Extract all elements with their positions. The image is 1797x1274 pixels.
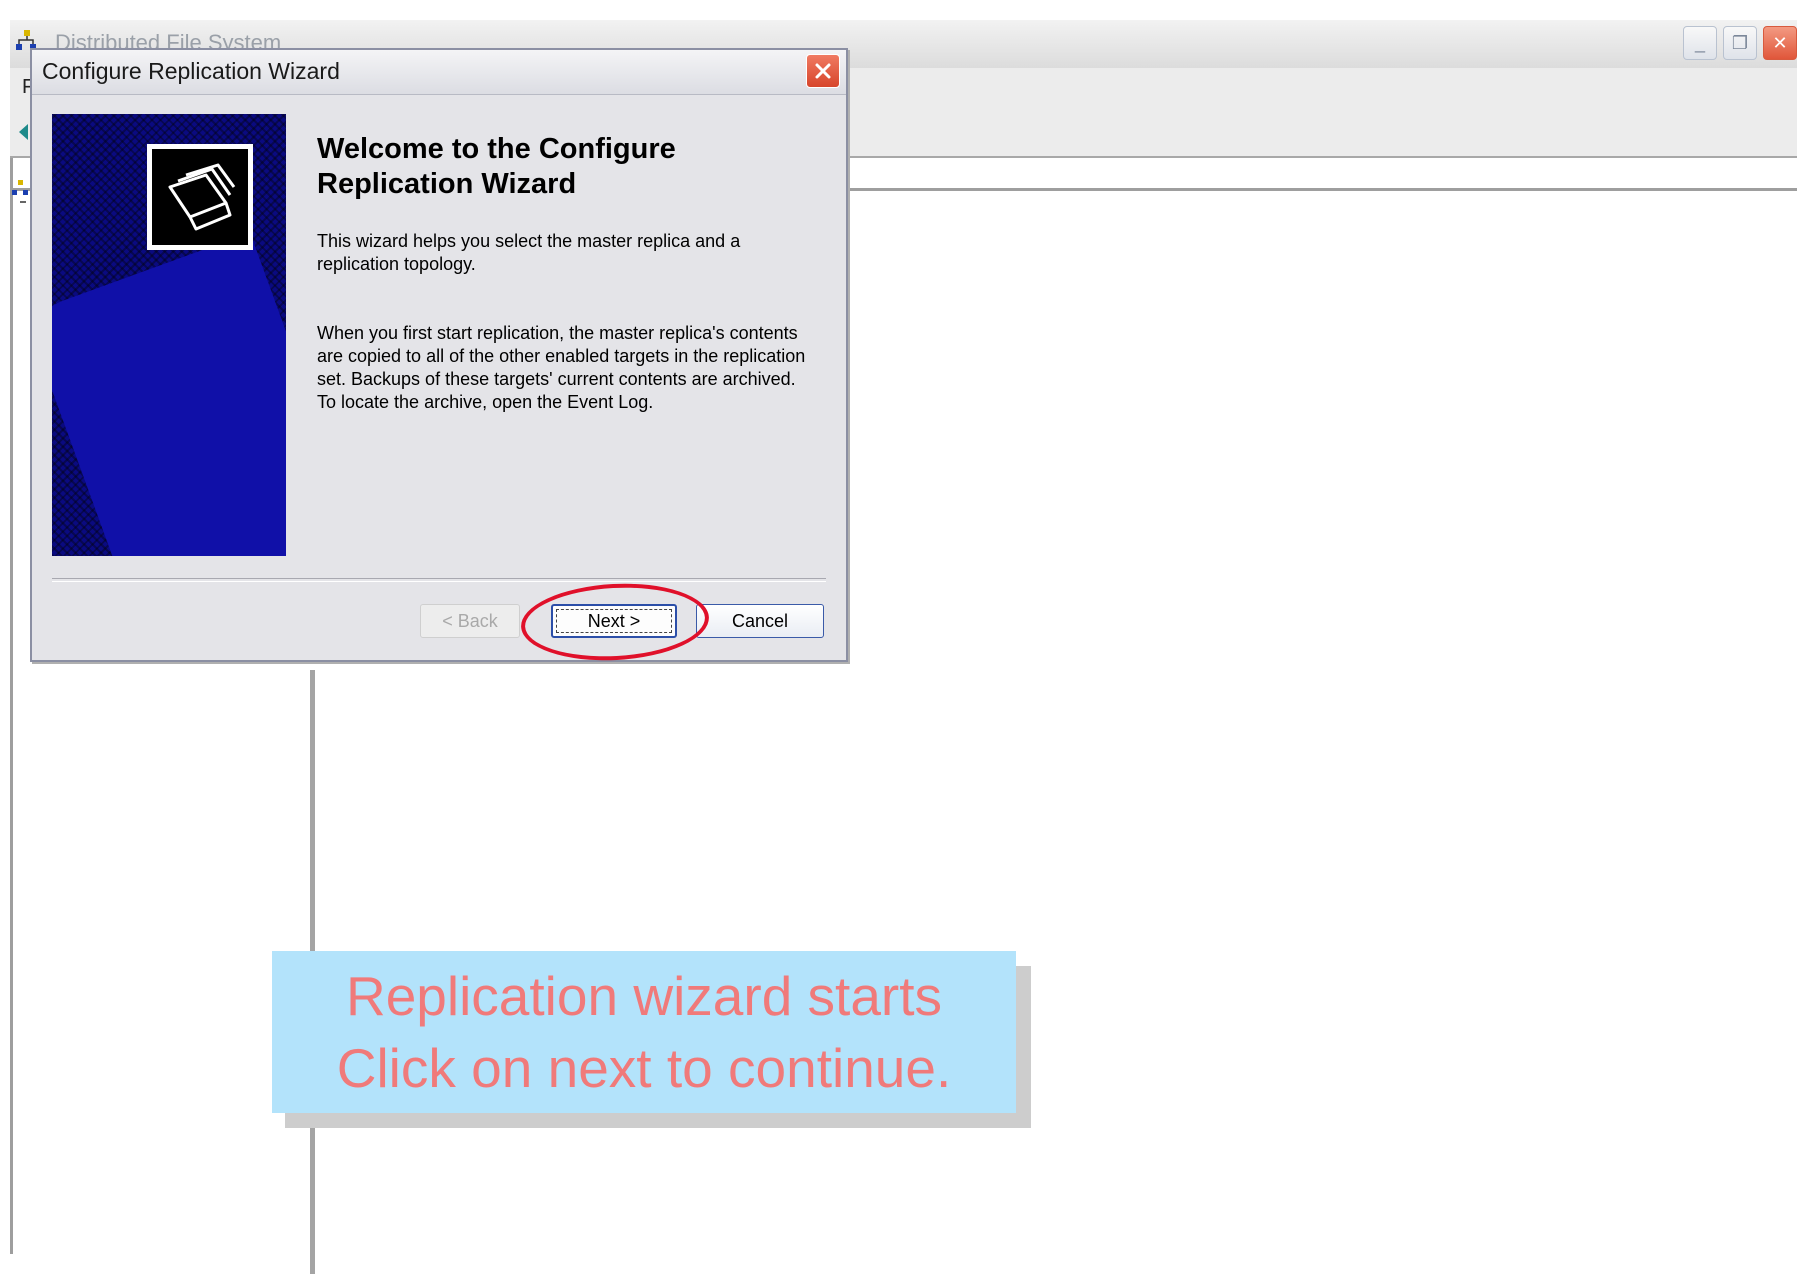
configure-replication-wizard-dialog: Configure Replication Wizard Welcome to …	[30, 48, 848, 662]
back-button[interactable]: < Back	[420, 604, 520, 638]
tree-pane-border	[10, 158, 13, 1254]
folders-icon	[147, 144, 253, 250]
main-close-button[interactable]: ✕	[1763, 26, 1797, 60]
dialog-titlebar[interactable]: Configure Replication Wizard	[32, 50, 846, 95]
dialog-title: Configure Replication Wizard	[42, 58, 340, 84]
cancel-button[interactable]: Cancel	[696, 604, 824, 638]
banner-decoration	[52, 232, 286, 556]
wizard-side-banner	[52, 114, 286, 556]
dialog-separator	[52, 578, 826, 582]
close-icon: ✕	[1772, 32, 1788, 53]
minimize-icon: _	[1694, 32, 1705, 53]
callout-line-2: Click on next to continue.	[336, 1037, 952, 1099]
maximize-button[interactable]: ❐	[1723, 26, 1757, 60]
wizard-intro-text: This wizard helps you select the master …	[317, 231, 741, 274]
close-icon	[815, 63, 831, 79]
tree-root-icon[interactable]	[12, 180, 30, 210]
wizard-heading: Welcome to the Configure Replication Wiz…	[317, 133, 676, 200]
minimize-button[interactable]: _	[1683, 26, 1717, 60]
restore-icon: ❐	[1731, 32, 1749, 53]
dialog-close-button[interactable]	[806, 54, 840, 88]
callout-line-1: Replication wizard starts	[345, 965, 943, 1027]
tutorial-callout: Replication wizard starts Click on next …	[272, 951, 1016, 1113]
wizard-detail-text: When you first start replication, the ma…	[317, 323, 806, 412]
